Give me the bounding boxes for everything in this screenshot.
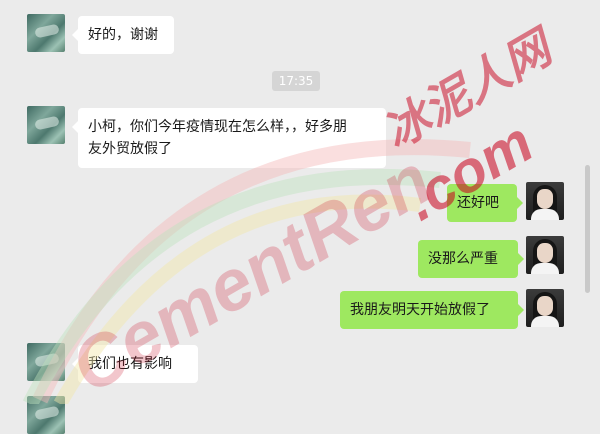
timestamp: 17:35 [272,71,320,91]
avatar-face [537,189,553,209]
friend-avatar[interactable] [27,396,65,434]
message-bubble-outgoing[interactable]: 我朋友明天开始放假了 [340,291,524,329]
message-bubble-incoming[interactable]: 小柯，你们今年疫情现在怎么样，，好多朋 友外贸放假了 [72,108,386,168]
message-bubble-outgoing[interactable]: 没那么严重 [418,240,524,278]
message-text: 好的，谢谢 [88,27,158,43]
message-text-line: 小柯，你们今年疫情现在怎么样，，好多朋 [88,119,347,135]
friend-avatar[interactable] [27,343,65,381]
avatar-shirt [531,209,559,220]
message-text: 还好吧 [457,195,499,211]
friend-avatar[interactable] [27,106,65,144]
avatar-shirt [531,263,559,274]
scrollbar[interactable] [585,165,590,293]
message-bubble-incoming[interactable]: 我们也有影响 [72,345,198,383]
message-text-line: 友外贸放假了 [88,141,172,157]
friend-avatar[interactable] [27,14,65,52]
my-avatar[interactable] [526,182,564,220]
message-bubble-outgoing[interactable]: 还好吧 [447,184,523,222]
message-bubble-incoming[interactable]: 好的，谢谢 [72,16,174,54]
avatar-face [537,243,553,263]
my-avatar[interactable] [526,289,564,327]
message-text: 我朋友明天开始放假了 [350,302,490,318]
avatar-face [537,296,553,316]
avatar-shirt [531,316,559,327]
my-avatar[interactable] [526,236,564,274]
message-text: 没那么严重 [428,251,498,267]
message-text: 我们也有影响 [88,356,172,372]
chat-window: 好的，谢谢 17:35 小柯，你们今年疫情现在怎么样，，好多朋 友外贸放假了 还… [0,0,600,434]
